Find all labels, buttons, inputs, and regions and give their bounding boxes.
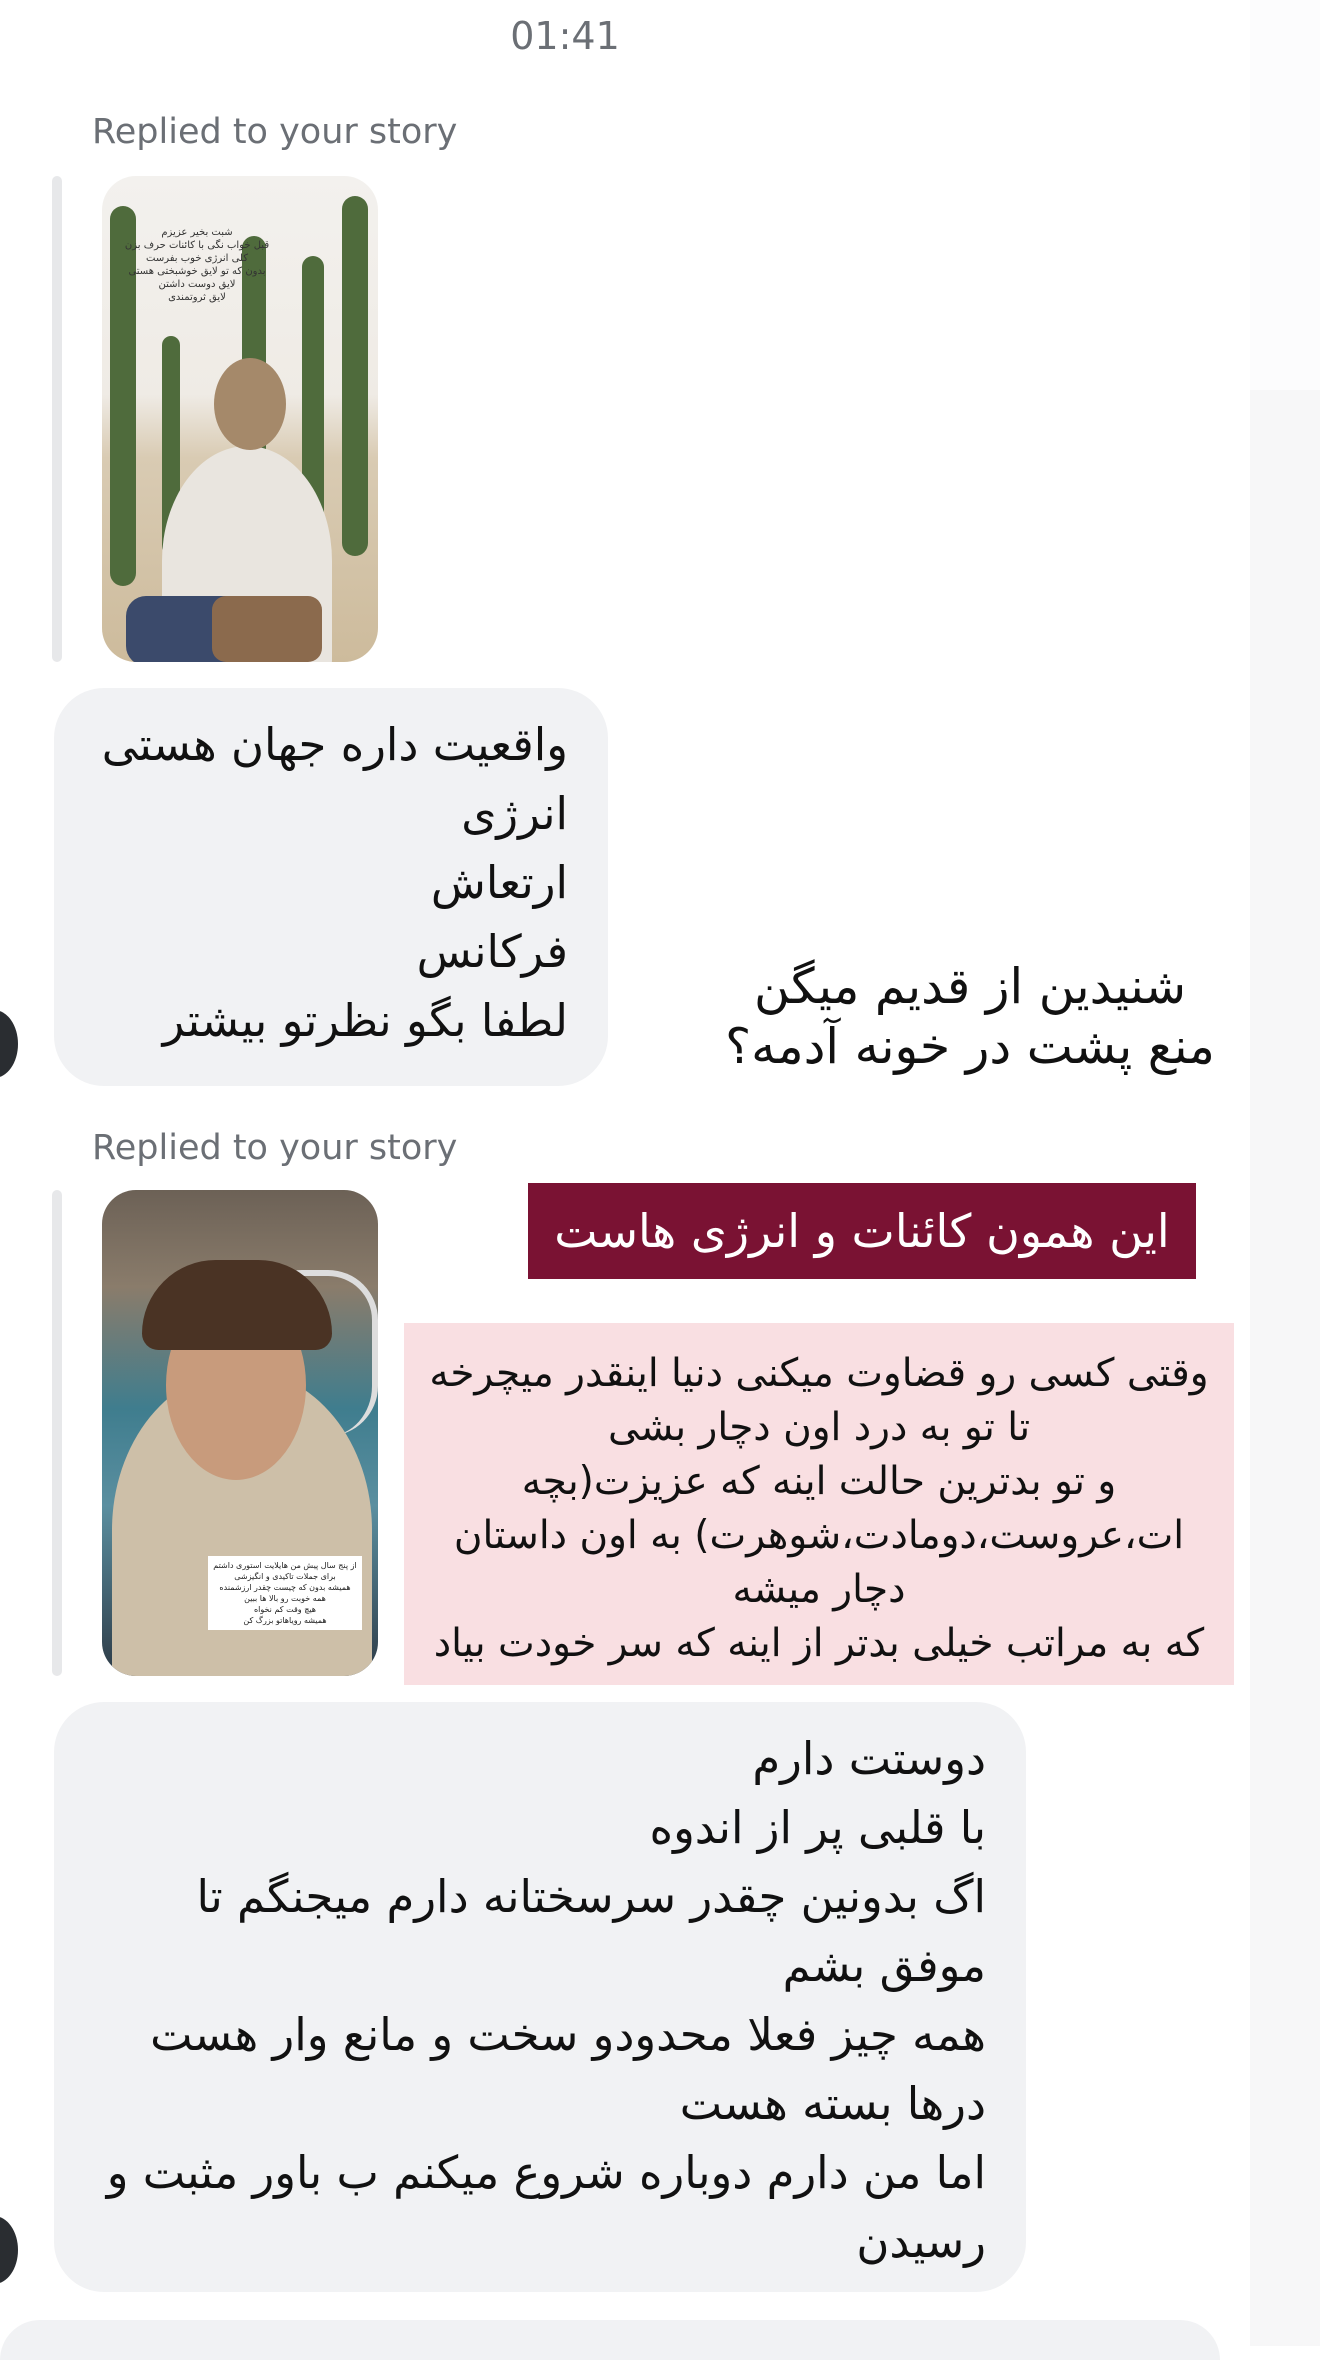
story-caption-line: هیچ وقت کم نخواه bbox=[253, 1605, 317, 1614]
story-thumbnail[interactable]: شبت بخیر عزیزم قبل خواب نگی با کائنات حر… bbox=[102, 176, 378, 662]
story-caption-line: از پنج سال پیش من هایلایت استوری داشتم bbox=[213, 1561, 357, 1570]
handbag bbox=[212, 596, 322, 662]
story-text-line: بدون که تو لایق خوشبختی هستی bbox=[128, 266, 266, 277]
overlay-line: منع پشت در خونه آدمه؟ bbox=[725, 1018, 1215, 1075]
message-bubble[interactable]: واقعیت داره جهان هستی انرژی ارتعاش فرکان… bbox=[54, 688, 608, 1086]
pink-line: و تو بدترین حالت اینه که عزیزت(بچه bbox=[521, 1459, 1117, 1504]
message-bubble[interactable]: دوستت دارم با قلبی پر از اندوه اگ بدونین… bbox=[54, 1702, 1026, 2292]
story-caption-line: همیشه رویاهاتو بزرگ کن bbox=[243, 1616, 327, 1625]
sender-avatar[interactable] bbox=[0, 1010, 18, 1078]
message-line: دوستت دارم bbox=[752, 1732, 986, 1785]
story-text-line: لایق ثروتمندی bbox=[168, 292, 226, 303]
story-caption: از پنج سال پیش من هایلایت استوری داشتم ب… bbox=[208, 1556, 362, 1630]
message-line: انرژی bbox=[461, 787, 568, 840]
pink-line: تا تو به درد اون دچار بشی bbox=[607, 1405, 1031, 1450]
person-head bbox=[214, 358, 286, 450]
message-line: فرکانس bbox=[416, 925, 568, 978]
pink-line: دچار میشه bbox=[732, 1567, 906, 1612]
message-line: ارتعاش bbox=[430, 856, 568, 909]
message-line: واقعیت داره جهان هستی bbox=[101, 718, 568, 771]
message-line: لطفا بگو نظرتو بیشتر bbox=[162, 994, 568, 1047]
replied-to-story-label: Replied to your story bbox=[92, 1128, 458, 1168]
story-caption-line: همیشه بدون که چیست چقدر ارزشمنده bbox=[219, 1583, 351, 1592]
quote-bar bbox=[52, 1190, 62, 1676]
message-line: اگ بدونین چقدر سرسختانه دارم میجنگم تا bbox=[196, 1870, 986, 1923]
pink-line: که به مراتب خیلی بدتر از اینه که سر خودت… bbox=[433, 1621, 1205, 1666]
story-maroon-banner: این همون کائنات و انرژی هاست bbox=[528, 1183, 1196, 1279]
message-line: درها بسته هست bbox=[679, 2077, 986, 2130]
story-pink-text-box: وقتی کسی رو قضاوت میکنی دنیا اینقدر میچر… bbox=[404, 1323, 1234, 1685]
message-timestamp: 01:41 bbox=[510, 14, 620, 58]
message-line: با قلبی پر از اندوه bbox=[649, 1801, 987, 1854]
story-text-line: شبت بخیر عزیزم bbox=[161, 227, 233, 238]
pink-line: ات،عروست،دومادت،شوهرت) به اون داستان bbox=[453, 1513, 1185, 1558]
replied-to-story-label: Replied to your story bbox=[92, 112, 458, 152]
cactus-shape bbox=[342, 196, 368, 556]
right-edge bbox=[1250, 0, 1320, 390]
story-thumbnail[interactable]: از پنج سال پیش من هایلایت استوری داشتم ب… bbox=[102, 1190, 378, 1676]
story-caption-line: برای جملات تاکیدی و انگیزشی bbox=[234, 1572, 336, 1581]
message-line: اما من دارم دوباره شروع میکنم ب باور مثب… bbox=[106, 2146, 986, 2199]
sender-avatar[interactable] bbox=[0, 2216, 18, 2284]
message-line: رسیدن bbox=[856, 2215, 986, 2268]
right-edge-lower bbox=[1250, 390, 1320, 2346]
message-line: موفق بشم bbox=[782, 1939, 986, 1992]
story-overlay-text: شنیدین از قدیم میگن منع پشت در خونه آدمه… bbox=[700, 957, 1240, 1077]
overlay-line: شنیدین از قدیم میگن bbox=[753, 958, 1187, 1015]
story-text: شبت بخیر عزیزم قبل خواب نگی با کائنات حر… bbox=[122, 226, 272, 304]
pink-line: وقتی کسی رو قضاوت میکنی دنیا اینقدر میچر… bbox=[429, 1351, 1209, 1396]
story-text-line: قبل خواب نگی با کائنات حرف بزن bbox=[124, 240, 270, 251]
story-text-line: لایق دوست داشتن bbox=[158, 279, 236, 290]
story-text-line: کلی انرژی خوب بفرست bbox=[146, 253, 248, 264]
composer-bar[interactable] bbox=[0, 2320, 1220, 2360]
story-caption-line: همه خوبت رو بالا ها ببین bbox=[244, 1594, 326, 1603]
message-line: همه چیز فعلا محدودو سخت و مانع وار هست bbox=[150, 2008, 986, 2061]
quote-bar bbox=[52, 176, 62, 662]
